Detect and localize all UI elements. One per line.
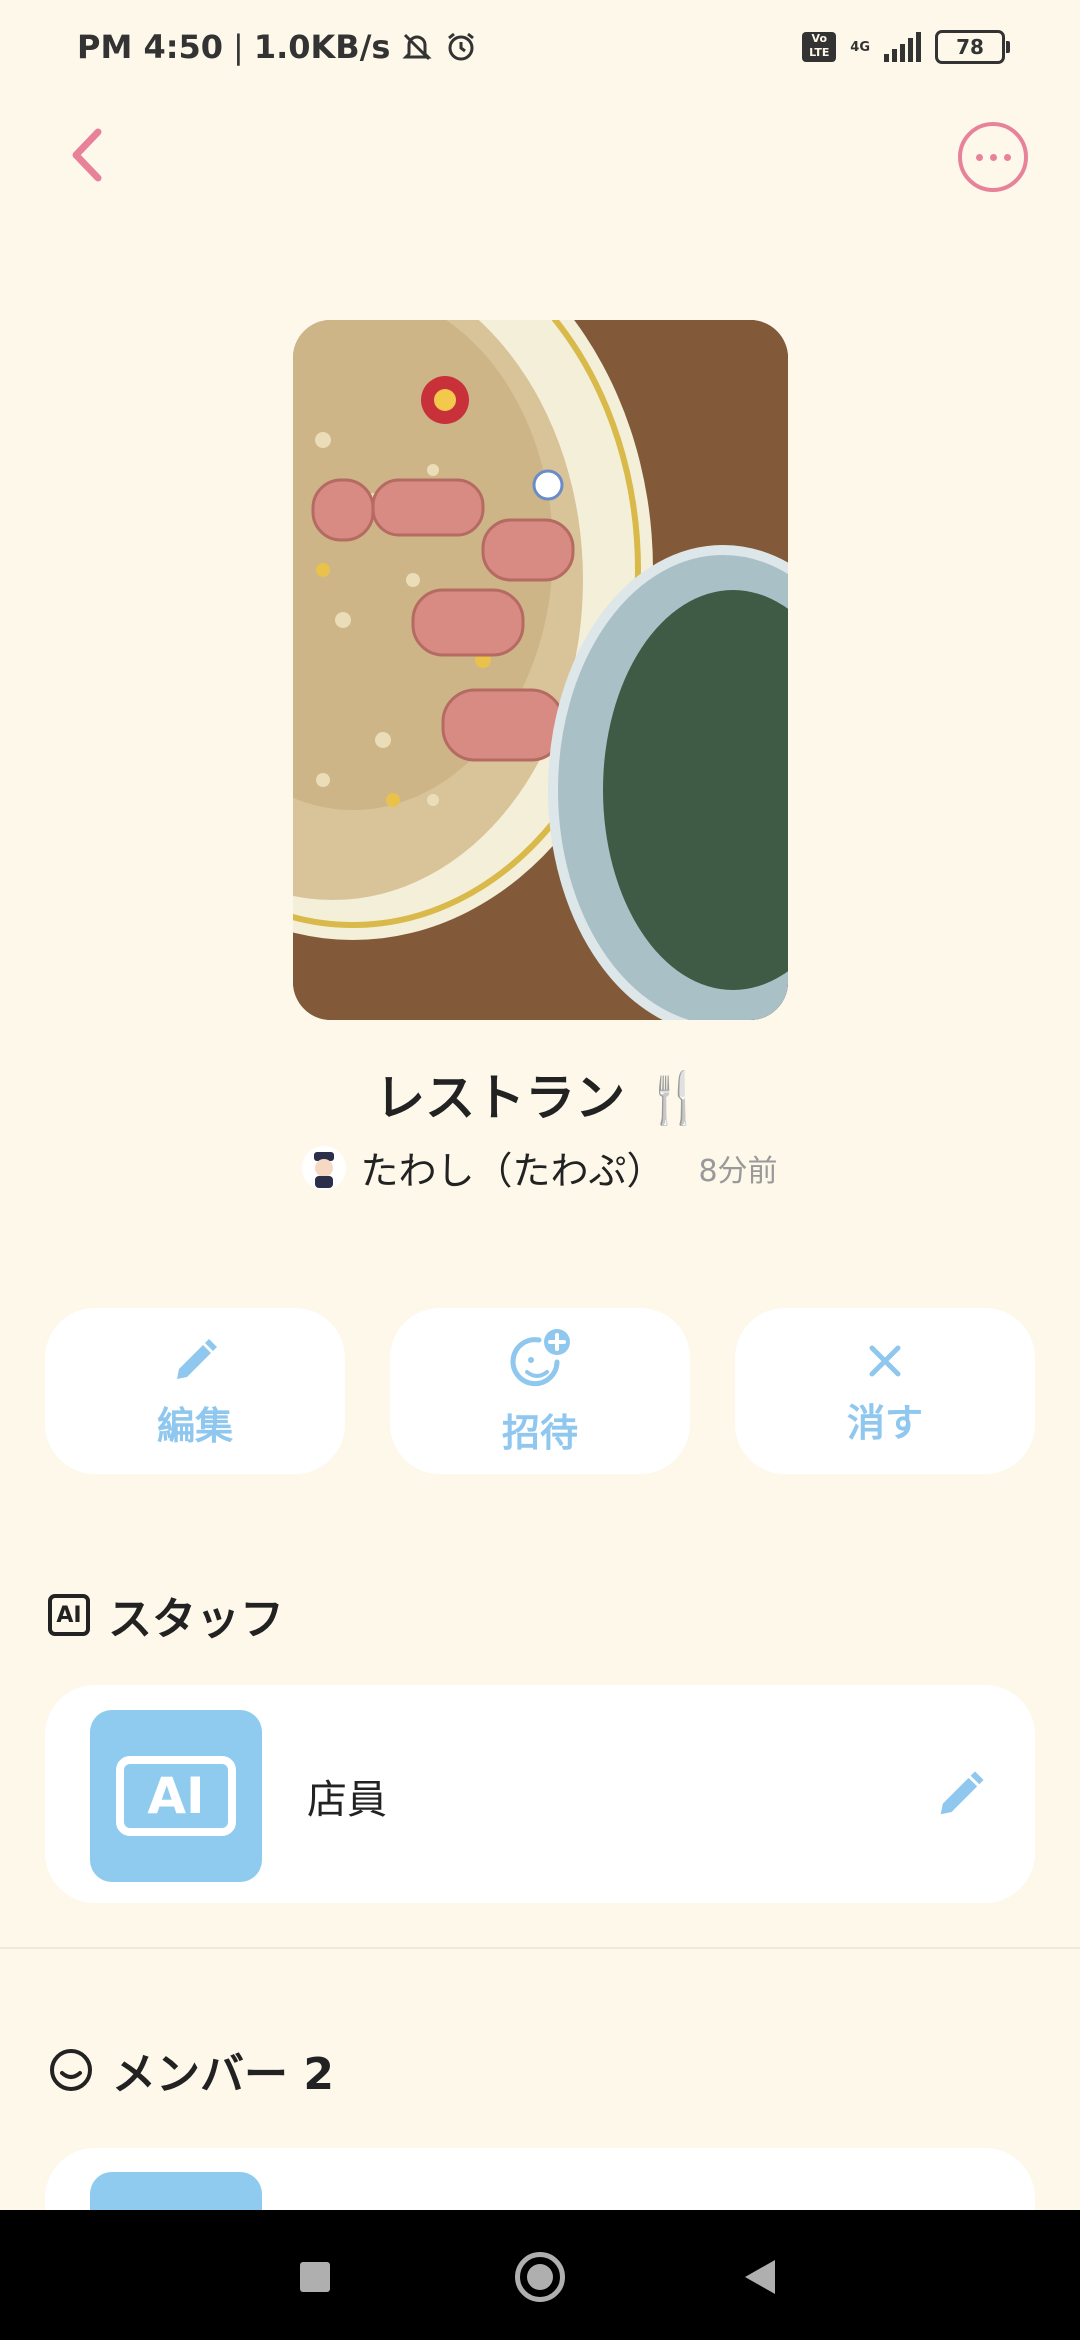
staff-section-header: AI スタッフ <box>48 1583 284 1647</box>
invite-label: 招待 <box>501 1410 578 1455</box>
more-dots-icon <box>975 153 983 161</box>
fork-knife-icon: 🍴 <box>642 1069 705 1127</box>
author-line: たわし（たわぷ） 8分前 <box>0 1140 1080 1195</box>
add-person-smile-icon <box>510 1328 570 1386</box>
divider <box>0 1947 1080 1949</box>
bell-muted-icon <box>402 33 433 61</box>
ai-icon: AI <box>116 1756 236 1836</box>
volte-icon: Vo LTE <box>802 32 837 62</box>
alarm-icon <box>448 32 475 61</box>
author-name[interactable]: たわし（たわぷ） <box>360 1140 664 1195</box>
status-time: PM 4:50 <box>77 28 224 66</box>
pencil-icon <box>940 1771 984 1815</box>
network-type: 4G <box>850 39 870 55</box>
staff-section-title: スタッフ <box>108 1594 284 1645</box>
member-section-title: メンバー 2 <box>112 2049 334 2100</box>
signal-icon <box>884 32 921 62</box>
close-icon <box>869 1345 901 1376</box>
system-back-button[interactable] <box>745 2260 775 2294</box>
food-photo-image <box>293 320 788 1020</box>
staff-name: 店員 <box>307 1777 387 1823</box>
delete-label: 消す <box>846 1400 923 1445</box>
edit-button[interactable]: 編集 <box>45 1308 345 1474</box>
ai-icon: AI <box>48 1594 90 1636</box>
invite-button[interactable]: 招待 <box>390 1308 690 1474</box>
more-options-button[interactable] <box>958 122 1028 192</box>
author-avatar-icon <box>314 1151 335 1188</box>
member-section-header: メンバー 2 <box>48 2038 334 2102</box>
pencil-icon <box>177 1338 217 1379</box>
smile-icon <box>50 2049 92 2091</box>
room-title: レストラン 🍴 <box>375 1069 705 1127</box>
avatar[interactable] <box>302 1145 347 1190</box>
battery-icon: 78 <box>935 30 1010 64</box>
chevron-left-icon <box>72 128 102 182</box>
home-button[interactable] <box>515 2252 565 2302</box>
room-photo[interactable] <box>293 320 788 1020</box>
posted-time: 8分前 <box>698 1153 778 1189</box>
staff-avatar: AI <box>90 1710 262 1882</box>
status-net-speed: 1.0KB/s <box>253 28 391 66</box>
back-button[interactable] <box>60 120 120 190</box>
staff-card[interactable]: AI 店員 <box>45 1685 1035 1903</box>
recent-apps-button[interactable] <box>300 2262 330 2292</box>
delete-button[interactable]: 消す <box>735 1308 1035 1474</box>
system-nav-bar <box>0 2210 1080 2340</box>
edit-label: 編集 <box>156 1403 233 1448</box>
action-buttons: 編集 招待 消す <box>45 1308 1035 1474</box>
status-bar: PM 4:50 | 1.0KB/s Vo LTE 4G 78 <box>0 0 1080 100</box>
edit-staff-button[interactable] <box>930 1765 990 1825</box>
